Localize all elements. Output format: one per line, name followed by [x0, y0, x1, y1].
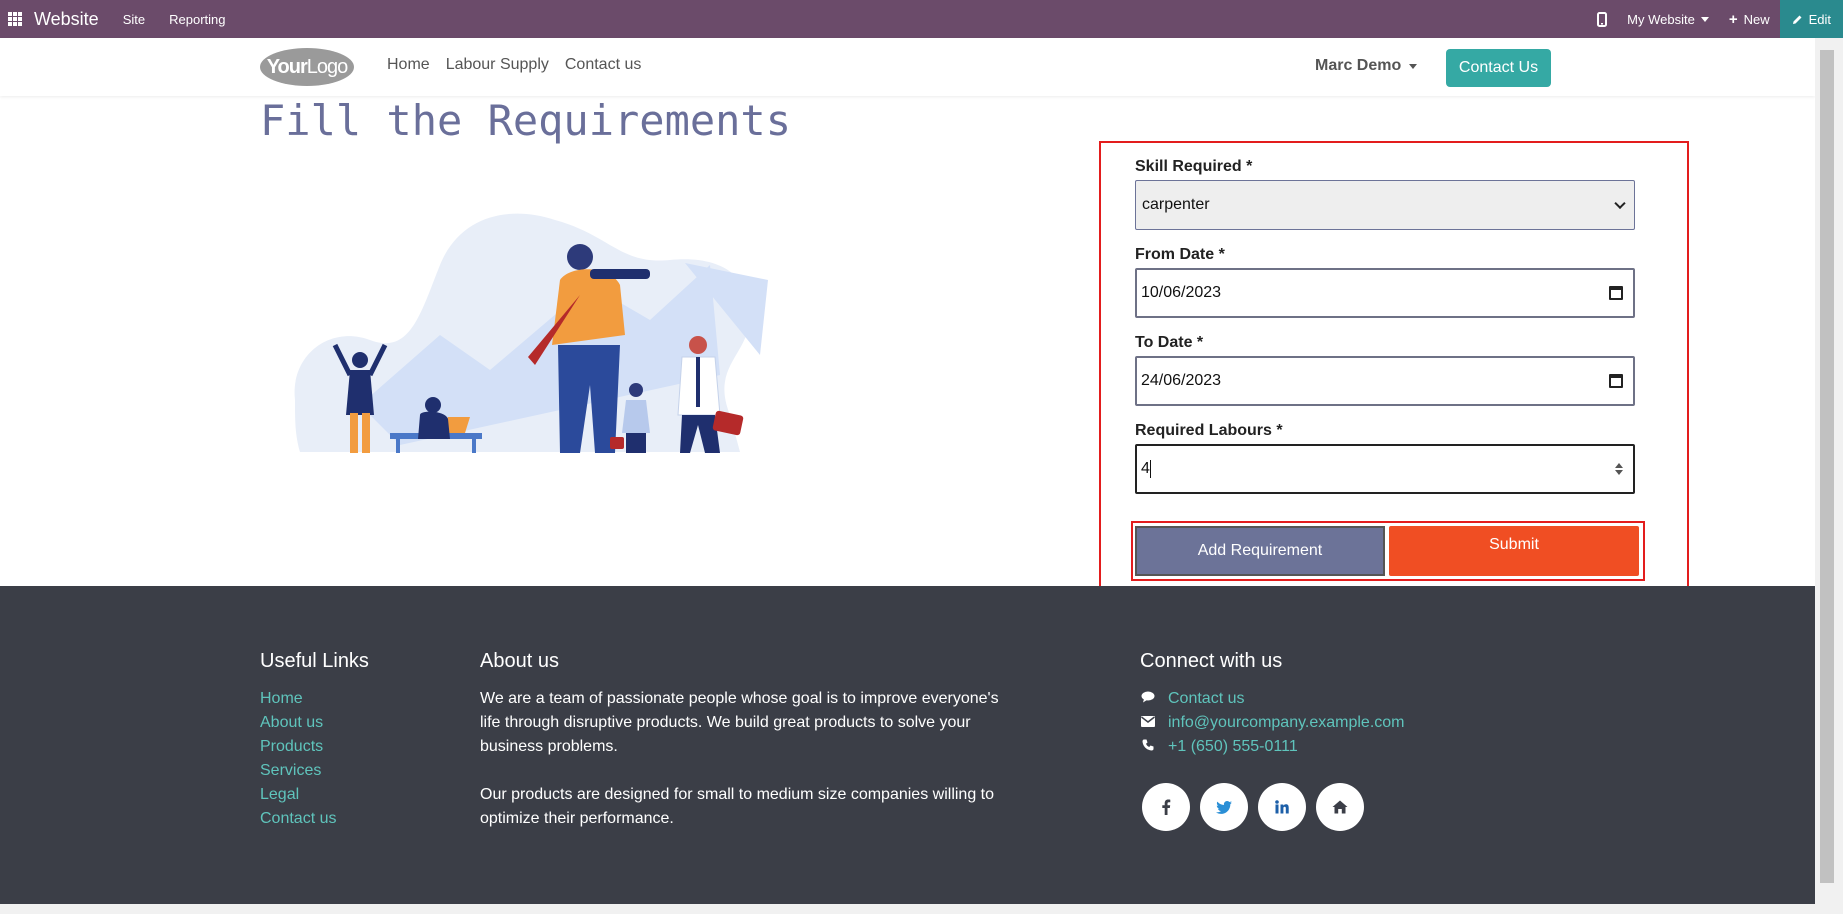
text-caret — [1149, 460, 1151, 478]
apps-menu-icon[interactable] — [8, 12, 22, 26]
skill-label: Skill Required * — [1135, 158, 1253, 175]
twitter-icon[interactable] — [1200, 783, 1248, 831]
email-link[interactable]: info@yourcompany.example.com — [1168, 711, 1405, 735]
vertical-scrollbar[interactable] — [1815, 38, 1843, 904]
nav-contact-us[interactable]: Contact us — [565, 56, 641, 74]
add-requirement-button[interactable]: Add Requirement — [1135, 526, 1385, 576]
pencil-icon — [1792, 15, 1802, 24]
chevron-down-icon — [1700, 16, 1709, 22]
user-name: Marc Demo — [1315, 57, 1402, 74]
site-logo[interactable]: Your Logo — [260, 48, 354, 86]
logo-text-bold: Your — [266, 55, 308, 78]
social-links — [1142, 783, 1405, 831]
footer-link-services[interactable]: Services — [260, 759, 369, 783]
mobile-icon — [1597, 11, 1608, 27]
skill-select[interactable]: carpenter — [1135, 180, 1635, 230]
about-paragraph-2: Our products are designed for small to m… — [480, 786, 995, 827]
nav-labour-supply[interactable]: Labour Supply — [446, 56, 549, 74]
main-nav: Home Labour Supply Contact us — [387, 56, 641, 74]
to-date-value: 24/06/2023 — [1141, 372, 1222, 389]
home-icon[interactable] — [1316, 783, 1364, 831]
contact-row-email[interactable]: info@yourcompany.example.com — [1140, 711, 1405, 735]
logo-text-light: Logo — [306, 55, 348, 78]
labours-value: 4 — [1141, 460, 1150, 477]
to-date-input[interactable]: 24/06/2023 — [1135, 356, 1635, 406]
chevron-down-icon — [1614, 197, 1626, 210]
phone-link[interactable]: +1 (650) 555-0111 — [1168, 735, 1298, 759]
nav-home[interactable]: Home — [387, 56, 430, 74]
contact-row-chat[interactable]: Contact us — [1140, 687, 1405, 711]
contact-us-link[interactable]: Contact us — [1168, 687, 1244, 711]
connect-title: Connect with us — [1140, 650, 1283, 672]
menu-reporting[interactable]: Reporting — [169, 12, 225, 27]
stepper-up-icon[interactable] — [1615, 463, 1623, 468]
page-title: Fill the Requirements — [260, 96, 792, 145]
app-title[interactable]: Website — [34, 9, 99, 30]
from-date-label: From Date * — [1135, 246, 1225, 263]
submit-button[interactable]: Submit — [1389, 526, 1639, 576]
envelope-icon — [1140, 711, 1156, 735]
connect-section: Connect with us Contact us info@yourcomp… — [1140, 650, 1405, 831]
new-button-label: New — [1743, 11, 1770, 27]
about-paragraph-1: We are a team of passionate people whose… — [480, 690, 999, 755]
mobile-preview-button[interactable] — [1587, 0, 1617, 38]
site-footer: Useful Links Home About us Products Serv… — [0, 586, 1815, 904]
footer-link-about[interactable]: About us — [260, 711, 369, 735]
horizontal-scrollbar[interactable] — [0, 904, 1843, 914]
team-illustration — [294, 213, 768, 453]
contact-row-phone[interactable]: +1 (650) 555-0111 — [1140, 735, 1405, 759]
to-date-label: To Date * — [1135, 334, 1204, 351]
chevron-down-icon — [1409, 63, 1418, 69]
about-section: About us We are a team of passionate peo… — [480, 650, 1010, 831]
vertical-scrollbar-thumb[interactable] — [1820, 50, 1834, 883]
labours-input[interactable]: 4 — [1135, 444, 1635, 494]
admin-navbar: Website Site Reporting My Website + New … — [0, 0, 1843, 38]
calendar-icon[interactable] — [1609, 374, 1623, 388]
new-button[interactable]: + New — [1719, 0, 1780, 38]
site-header: Your Logo Home Labour Supply Contact us M… — [0, 38, 1815, 96]
skill-select-value: carpenter — [1142, 196, 1210, 213]
from-date-input[interactable]: 10/06/2023 — [1135, 268, 1635, 318]
footer-link-legal[interactable]: Legal — [260, 783, 369, 807]
comment-icon — [1140, 687, 1156, 711]
useful-links-section: Useful Links Home About us Products Serv… — [260, 650, 369, 831]
calendar-icon[interactable] — [1609, 286, 1623, 300]
menu-site[interactable]: Site — [123, 12, 145, 27]
contact-us-button[interactable]: Contact Us — [1446, 49, 1551, 87]
user-menu[interactable]: Marc Demo — [1315, 57, 1418, 75]
number-stepper[interactable] — [1615, 463, 1623, 475]
stepper-down-icon[interactable] — [1615, 470, 1623, 475]
website-switcher[interactable]: My Website — [1617, 0, 1719, 38]
labours-label: Required Labours * — [1135, 422, 1283, 439]
footer-link-products[interactable]: Products — [260, 735, 369, 759]
from-date-value: 10/06/2023 — [1141, 284, 1222, 301]
phone-icon — [1140, 735, 1156, 759]
plus-icon: + — [1728, 10, 1738, 28]
facebook-icon[interactable] — [1142, 783, 1190, 831]
useful-links-title: Useful Links — [260, 650, 369, 672]
linkedin-icon[interactable] — [1258, 783, 1306, 831]
edit-button-label: Edit — [1808, 11, 1831, 27]
footer-link-home[interactable]: Home — [260, 687, 369, 711]
website-switcher-label: My Website — [1627, 11, 1695, 27]
edit-button[interactable]: Edit — [1779, 0, 1843, 38]
footer-link-contact[interactable]: Contact us — [260, 807, 369, 831]
about-title: About us — [480, 650, 559, 672]
